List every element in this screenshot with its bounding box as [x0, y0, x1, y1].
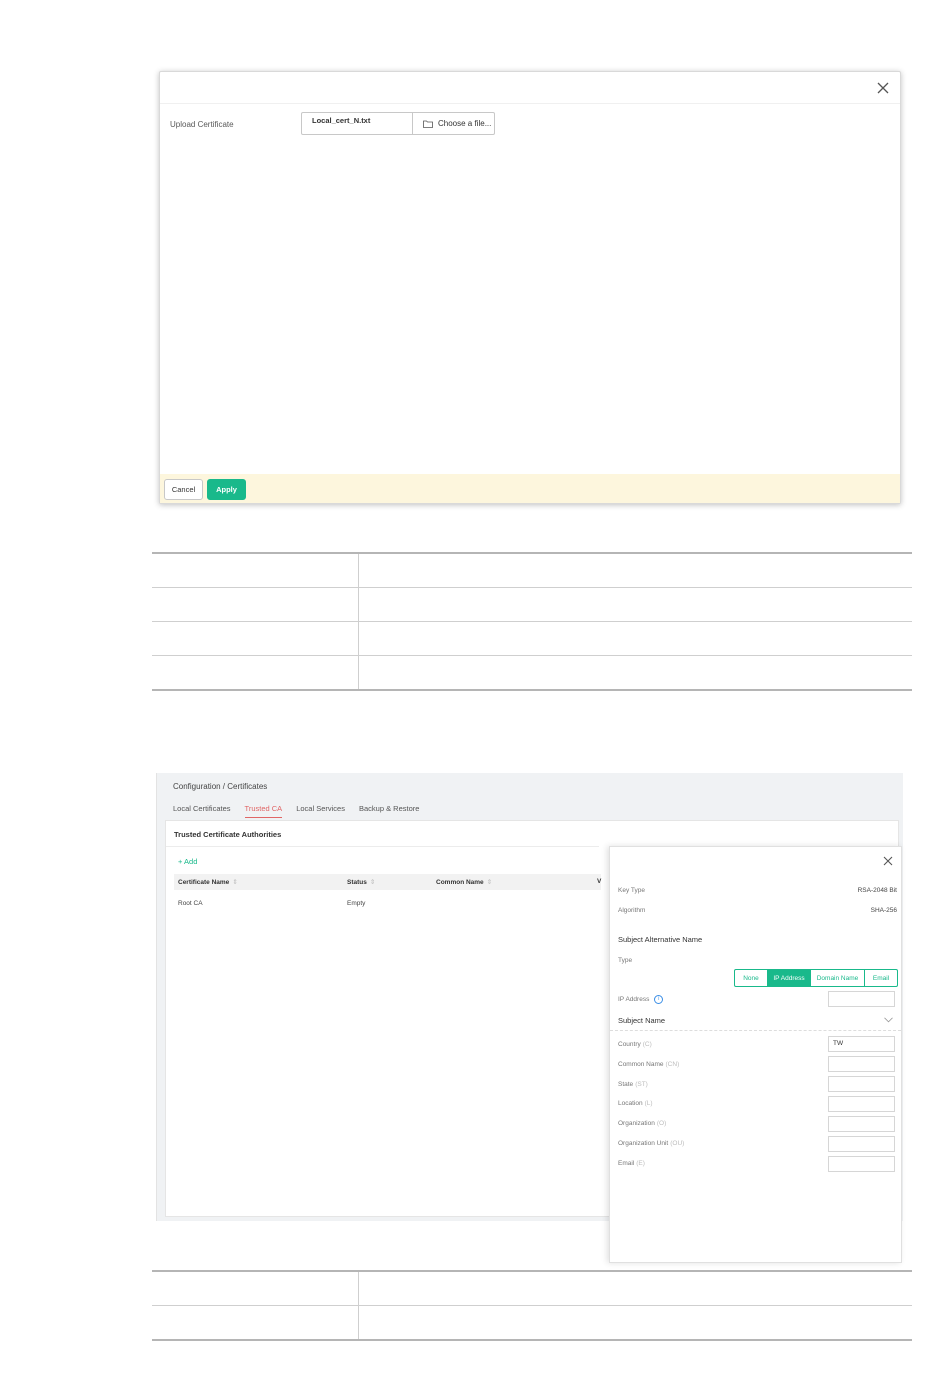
organization-input[interactable] — [828, 1116, 895, 1132]
algorithm-label: Algorithm — [618, 907, 646, 914]
table-row — [152, 587, 912, 621]
sort-icon[interactable]: ⇕ — [370, 879, 375, 886]
document-table — [152, 1270, 912, 1341]
table-row — [152, 1305, 912, 1339]
chevron-down-icon[interactable] — [884, 1017, 893, 1023]
choose-file-button[interactable]: Choose a file... — [412, 113, 494, 134]
type-option-domain-name[interactable]: Domain Name — [810, 970, 864, 986]
table-row — [152, 1272, 912, 1305]
email-input[interactable] — [828, 1156, 895, 1172]
close-icon[interactable] — [883, 856, 893, 866]
folder-icon — [423, 120, 433, 128]
column-header-truncated: V — [597, 878, 602, 885]
email-label: Email (E) — [618, 1160, 645, 1167]
file-name: Local_cert_N.txt — [312, 116, 371, 125]
breadcrumb: Configuration / Certificates — [173, 782, 268, 791]
state-label: State (ST) — [618, 1081, 648, 1088]
country-label: Country (C) — [618, 1041, 652, 1048]
cell-certificate-name: Root CA — [178, 900, 203, 907]
tab-trusted-ca[interactable]: Trusted CA — [244, 804, 283, 818]
sort-icon[interactable]: ⇕ — [487, 879, 492, 886]
location-input[interactable] — [828, 1096, 895, 1112]
san-heading: Subject Alternative Name — [618, 935, 703, 944]
type-option-none[interactable]: None — [735, 970, 767, 986]
certificates-screen: Configuration / Certificates Local Certi… — [156, 773, 903, 1263]
type-label: Type — [618, 957, 633, 964]
type-selector[interactable]: None IP Address Domain Name Email — [734, 969, 898, 987]
organization-unit-label: Organization Unit (OU) — [618, 1140, 685, 1147]
panel-title: Trusted Certificate Authorities — [174, 830, 282, 839]
type-option-email[interactable]: Email — [864, 970, 897, 986]
column-header-status[interactable]: Status ⇕ — [347, 878, 375, 886]
apply-button[interactable]: Apply — [207, 479, 246, 500]
key-type-label: Key Type — [618, 887, 645, 894]
ip-address-input[interactable] — [828, 991, 895, 1007]
common-name-label: Common Name (CN) — [618, 1061, 680, 1068]
choose-file-label: Choose a file... — [438, 119, 492, 128]
file-input[interactable]: Local_cert_N.txt Choose a file... — [301, 112, 495, 135]
common-name-input[interactable] — [828, 1056, 895, 1072]
add-button[interactable]: + Add — [178, 857, 197, 866]
section-divider — [610, 1030, 901, 1031]
document-table — [152, 552, 912, 691]
table-row — [152, 655, 912, 689]
panel-divider — [166, 846, 599, 847]
dialog-header-divider — [160, 103, 900, 104]
cell-status: Empty — [347, 900, 366, 907]
dialog-footer: Cancel Apply — [160, 474, 900, 503]
cancel-button[interactable]: Cancel — [164, 479, 203, 500]
tab-bar: Local Certificates Trusted CA Local Serv… — [173, 804, 419, 818]
subject-name-heading: Subject Name — [618, 1016, 666, 1025]
table-header: Certificate Name ⇕ Status ⇕ Common Name ⇕ V — [174, 874, 601, 890]
table-row — [152, 554, 912, 587]
table-row — [152, 621, 912, 655]
table-row[interactable]: Root CA Empty — [174, 896, 601, 912]
column-header-certificate-name[interactable]: Certificate Name ⇕ — [178, 878, 238, 886]
algorithm-value: SHA-256 — [870, 907, 897, 914]
location-label: Location (L) — [618, 1100, 653, 1107]
type-option-ip-address[interactable]: IP Address — [767, 970, 810, 986]
organization-unit-input[interactable] — [828, 1136, 895, 1152]
upload-certificate-dialog: Upload Certificate Local_cert_N.txt Choo… — [159, 71, 901, 504]
info-icon[interactable]: i — [654, 995, 664, 1004]
state-input[interactable] — [828, 1076, 895, 1092]
tab-local-services[interactable]: Local Services — [296, 804, 345, 818]
key-type-value: RSA-2048 Bit — [857, 887, 897, 894]
sort-icon[interactable]: ⇕ — [232, 879, 237, 886]
trusted-ca-panel: Trusted Certificate Authorities + Add Ce… — [165, 820, 902, 1263]
column-header-common-name[interactable]: Common Name ⇕ — [436, 878, 492, 886]
ip-address-label: IP Address i — [618, 995, 664, 1004]
organization-label: Organization (O) — [618, 1120, 667, 1127]
certificate-detail-drawer: Key Type RSA-2048 Bit Algorithm SHA-256 … — [609, 846, 902, 1263]
country-input[interactable]: TW — [828, 1036, 895, 1052]
tab-local-certificates[interactable]: Local Certificates — [173, 804, 231, 818]
close-icon[interactable] — [876, 81, 890, 95]
tab-backup-restore[interactable]: Backup & Restore — [359, 804, 419, 818]
upload-certificate-label: Upload Certificate — [170, 120, 234, 129]
